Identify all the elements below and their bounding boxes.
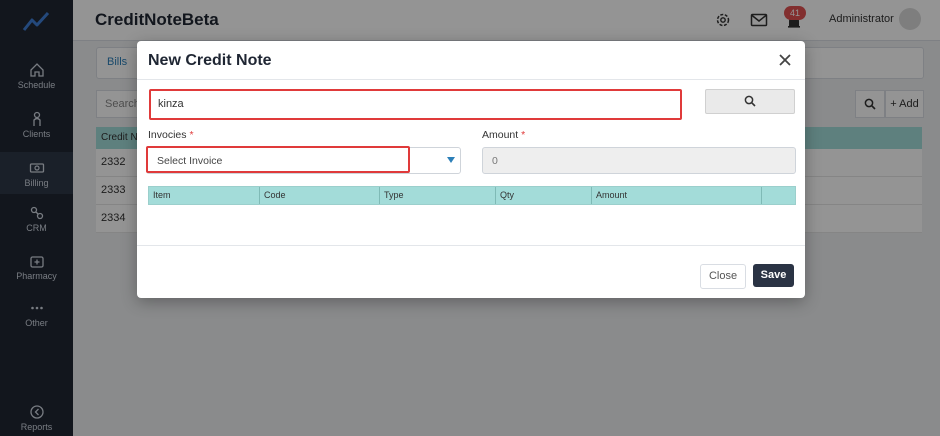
new-credit-note-modal: New Credit Note kinza Invocies * Amount … xyxy=(137,41,805,298)
invoice-items-table-header: Item Code Type Qty Amount xyxy=(148,186,796,205)
col-amount: Amount xyxy=(591,187,761,204)
amount-label: Amount * xyxy=(482,129,526,141)
client-search-button[interactable] xyxy=(705,89,795,114)
invoices-label: Invocies * xyxy=(148,129,194,141)
col-actions xyxy=(761,187,795,204)
search-icon xyxy=(744,95,756,107)
invoice-highlight-box xyxy=(146,146,410,173)
modal-footer-divider xyxy=(137,245,805,246)
chevron-down-icon xyxy=(447,157,455,163)
modal-title: New Credit Note xyxy=(148,52,272,69)
amount-field[interactable]: 0 xyxy=(482,147,796,174)
col-code: Code xyxy=(259,187,379,204)
col-type: Type xyxy=(379,187,495,204)
required-mark: * xyxy=(189,129,194,141)
col-item: Item xyxy=(153,190,171,200)
close-icon[interactable] xyxy=(778,53,792,67)
col-qty: Qty xyxy=(495,187,591,204)
modal-header-divider xyxy=(137,79,805,80)
required-mark: * xyxy=(521,129,526,141)
client-search-value: kinza xyxy=(158,98,184,110)
amount-value: 0 xyxy=(492,155,498,167)
client-search-input[interactable]: kinza xyxy=(149,89,682,120)
close-button[interactable]: Close xyxy=(700,264,746,289)
save-button[interactable]: Save xyxy=(753,264,794,287)
